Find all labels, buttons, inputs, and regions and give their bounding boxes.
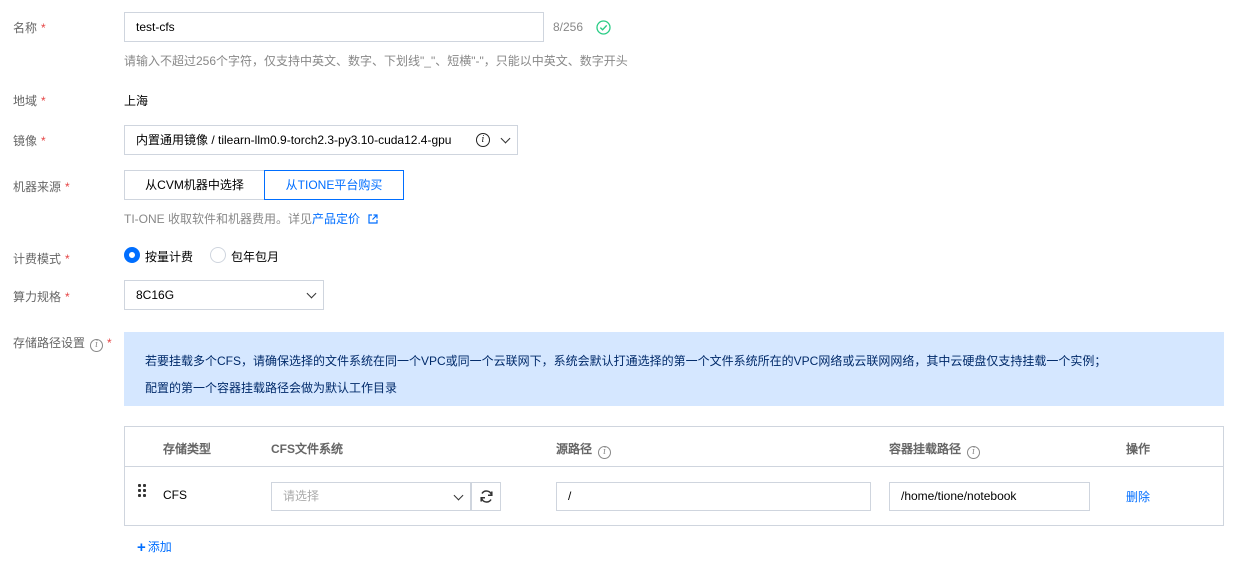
spec-label: 算力规格 *	[13, 290, 70, 304]
name-hint: 请输入不超过256个字符，仅支持中英文、数字、下划线"_"、短横"-"，只能以中…	[124, 54, 628, 68]
name-input[interactable]: test-cfs	[124, 12, 544, 42]
add-button[interactable]: + 添加	[137, 538, 172, 556]
billing-monthly-label[interactable]: 包年包月	[231, 248, 279, 265]
table-header: 存储类型 CFS文件系统 源路径 i 容器挂载路径 i 操作	[125, 427, 1223, 467]
info-icon: i	[598, 446, 612, 459]
storage-notice: 若要挂载多个CFS，请确保选择的文件系统在同一个VPC或同一个云联网下，系统会默…	[124, 332, 1224, 406]
external-link-icon[interactable]	[368, 214, 378, 224]
machine-source-label: 机器来源 *	[13, 180, 70, 194]
chevron-down-icon	[500, 133, 511, 144]
delete-link[interactable]: 删除	[1126, 488, 1150, 505]
image-label: 镜像 *	[13, 134, 46, 148]
billing-monthly-radio[interactable]	[210, 247, 226, 263]
refresh-icon	[480, 490, 493, 503]
col-storage-type: 存储类型	[163, 442, 212, 456]
region-label: 地域 *	[13, 94, 46, 108]
cfs-fs-select[interactable]: 请选择	[271, 482, 471, 511]
col-action: 操作	[1126, 442, 1151, 456]
billing-label: 计费模式 *	[13, 252, 70, 266]
refresh-button[interactable]	[471, 482, 501, 511]
plus-icon: +	[137, 539, 146, 556]
machine-source-hint: TI-ONE 收取软件和机器费用。详见产品定价	[124, 210, 378, 227]
col-source-path: 源路径 i	[556, 440, 612, 459]
check-circle-icon	[596, 20, 611, 35]
col-mount-path: 容器挂载路径 i	[889, 440, 981, 459]
name-counter: 8/256	[553, 20, 584, 34]
name-label: 名称 *	[13, 21, 46, 35]
source-cvm-button[interactable]: 从CVM机器中选择	[124, 170, 265, 200]
spec-select[interactable]: 8C16G	[124, 280, 324, 310]
chevron-down-icon	[453, 490, 464, 501]
chevron-down-icon	[306, 288, 317, 299]
source-path-input[interactable]: /	[556, 482, 871, 511]
storage-table: 存储类型 CFS文件系统 源路径 i 容器挂载路径 i 操作 CFS 请选择 / /…	[124, 426, 1224, 526]
info-icon: i	[476, 133, 490, 147]
billing-pay-as-you-go-label[interactable]: 按量计费	[145, 248, 193, 265]
region-value: 上海	[124, 94, 149, 108]
image-select[interactable]: 内置通用镜像 / tilearn-llm0.9-torch2.3-py3.10-…	[124, 125, 518, 155]
storage-type-value: CFS	[163, 488, 187, 502]
drag-handle-icon[interactable]	[138, 484, 148, 498]
info-icon: i	[967, 446, 981, 459]
billing-pay-as-you-go-radio[interactable]	[124, 247, 140, 263]
storage-label: 存储路径设置 i *	[13, 336, 112, 352]
source-tione-button[interactable]: 从TIONE平台购买	[264, 170, 404, 200]
info-icon: i	[90, 339, 104, 352]
pricing-link[interactable]: 产品定价	[312, 212, 360, 226]
col-cfs-fs: CFS文件系统	[271, 442, 344, 456]
mount-path-input[interactable]: /home/tione/notebook	[889, 482, 1090, 511]
